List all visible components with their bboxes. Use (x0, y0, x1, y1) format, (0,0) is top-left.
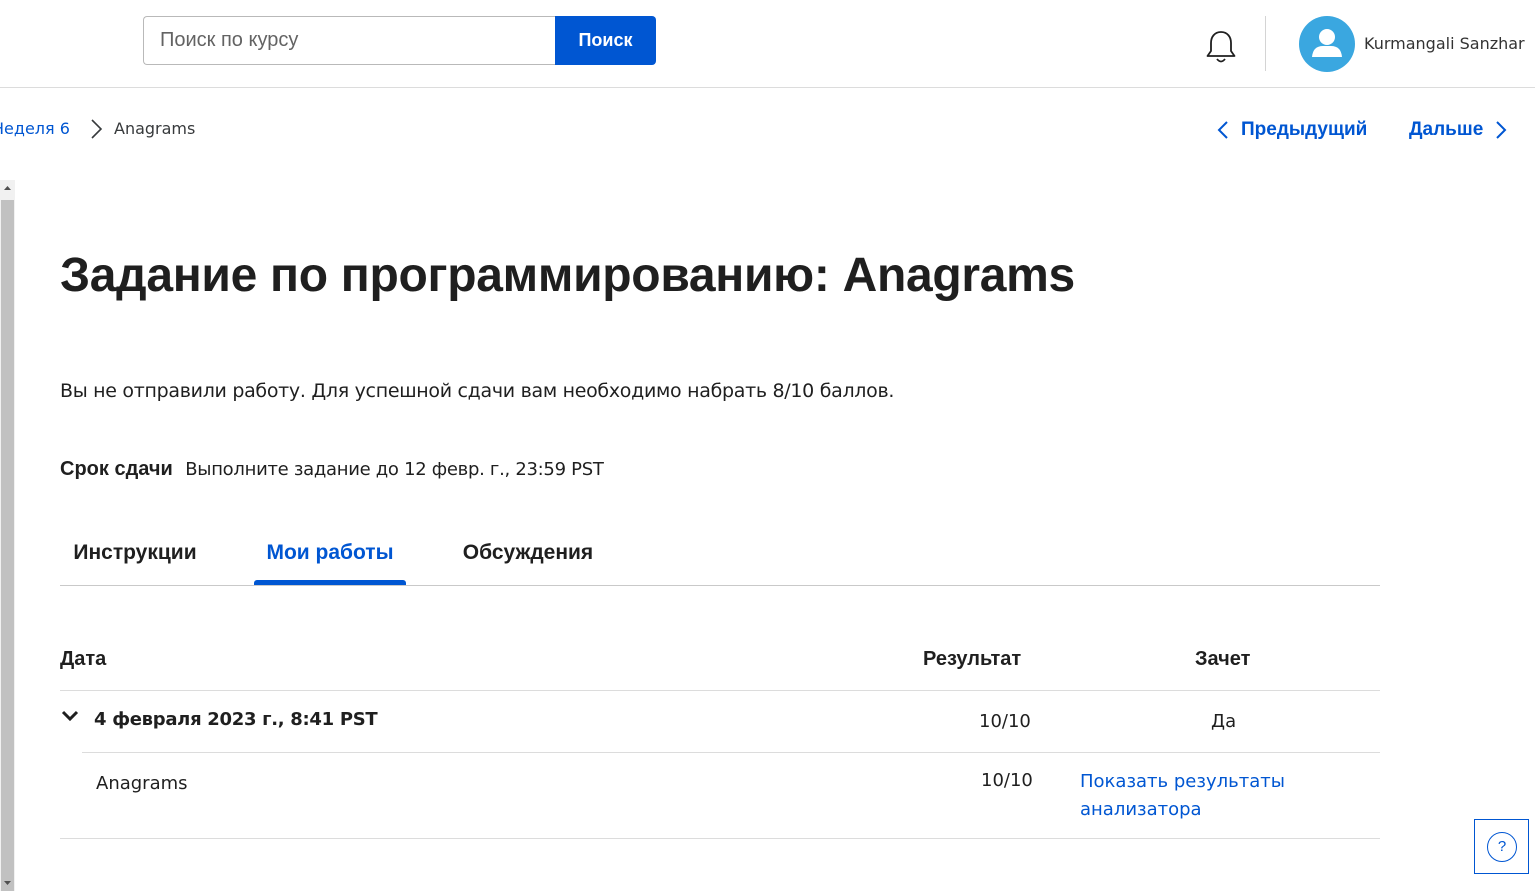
search-button[interactable]: Поиск (555, 16, 656, 65)
table-bottom-divider (60, 838, 1380, 839)
top-bar: Поиск Kurmangali Sanzhar (0, 0, 1535, 88)
help-button[interactable]: ? (1474, 819, 1529, 874)
tab-discussions[interactable]: Обсуждения (450, 520, 606, 586)
table-row-divider (82, 752, 1380, 753)
user-icon (1312, 29, 1342, 57)
deadline-row: Срок сдачи Выполните задание до 12 февр.… (60, 458, 604, 481)
deadline-label: Срок сдачи (60, 458, 173, 480)
next-label: Дальше (1409, 119, 1484, 140)
previous-item-link[interactable]: Предыдущий (1217, 118, 1367, 142)
table-header-divider (60, 690, 1380, 691)
breadcrumb-week-link[interactable]: Неделя 6 (0, 119, 70, 138)
chevron-down-icon[interactable] (60, 708, 80, 724)
breadcrumb-current: Anagrams (114, 119, 196, 138)
vertical-scrollbar[interactable] (0, 180, 15, 891)
submission-date[interactable]: 4 февраля 2023 г., 8:41 PST (94, 709, 378, 730)
part-score: 10/10 (981, 770, 1033, 791)
previous-label: Предыдущий (1241, 119, 1368, 140)
breadcrumb-chevron-right-icon (89, 119, 105, 139)
chevron-left-icon (1217, 121, 1228, 139)
scrollbar-thumb[interactable] (1, 200, 14, 891)
column-header-result: Результат (923, 648, 1022, 670)
notifications-bell-icon[interactable] (1203, 28, 1239, 66)
column-header-passed: Зачет (1195, 648, 1251, 670)
tab-instructions[interactable]: Инструкции (60, 520, 210, 586)
scroll-down-arrow-icon[interactable] (0, 875, 15, 891)
submission-passed: Да (1211, 711, 1237, 732)
chevron-right-icon (1496, 121, 1507, 139)
avatar[interactable] (1299, 16, 1355, 72)
submission-status-text: Вы не отправили работу. Для успешной сда… (60, 380, 895, 402)
user-name[interactable]: Kurmangali Sanzhar (1364, 34, 1534, 53)
next-item-link[interactable]: Дальше (1409, 118, 1507, 142)
help-icon: ? (1487, 832, 1517, 862)
header-divider (1265, 16, 1266, 71)
tab-my-submissions[interactable]: Мои работы (254, 520, 406, 586)
deadline-value: Выполните задание до 12 февр. г., 23:59 … (185, 459, 604, 480)
scroll-up-arrow-icon[interactable] (0, 180, 15, 196)
active-tab-indicator (254, 580, 406, 585)
show-analyzer-results-link[interactable]: Показать результаты анализатора (1080, 768, 1320, 824)
page-title: Задание по программированию: Anagrams (60, 249, 1075, 302)
assignment-tabs: Инструкции Мои работы Обсуждения (60, 520, 1380, 586)
submission-result: 10/10 (979, 711, 1031, 732)
part-name: Anagrams (96, 773, 188, 794)
search-input[interactable] (143, 16, 556, 65)
column-header-date: Дата (60, 648, 107, 670)
